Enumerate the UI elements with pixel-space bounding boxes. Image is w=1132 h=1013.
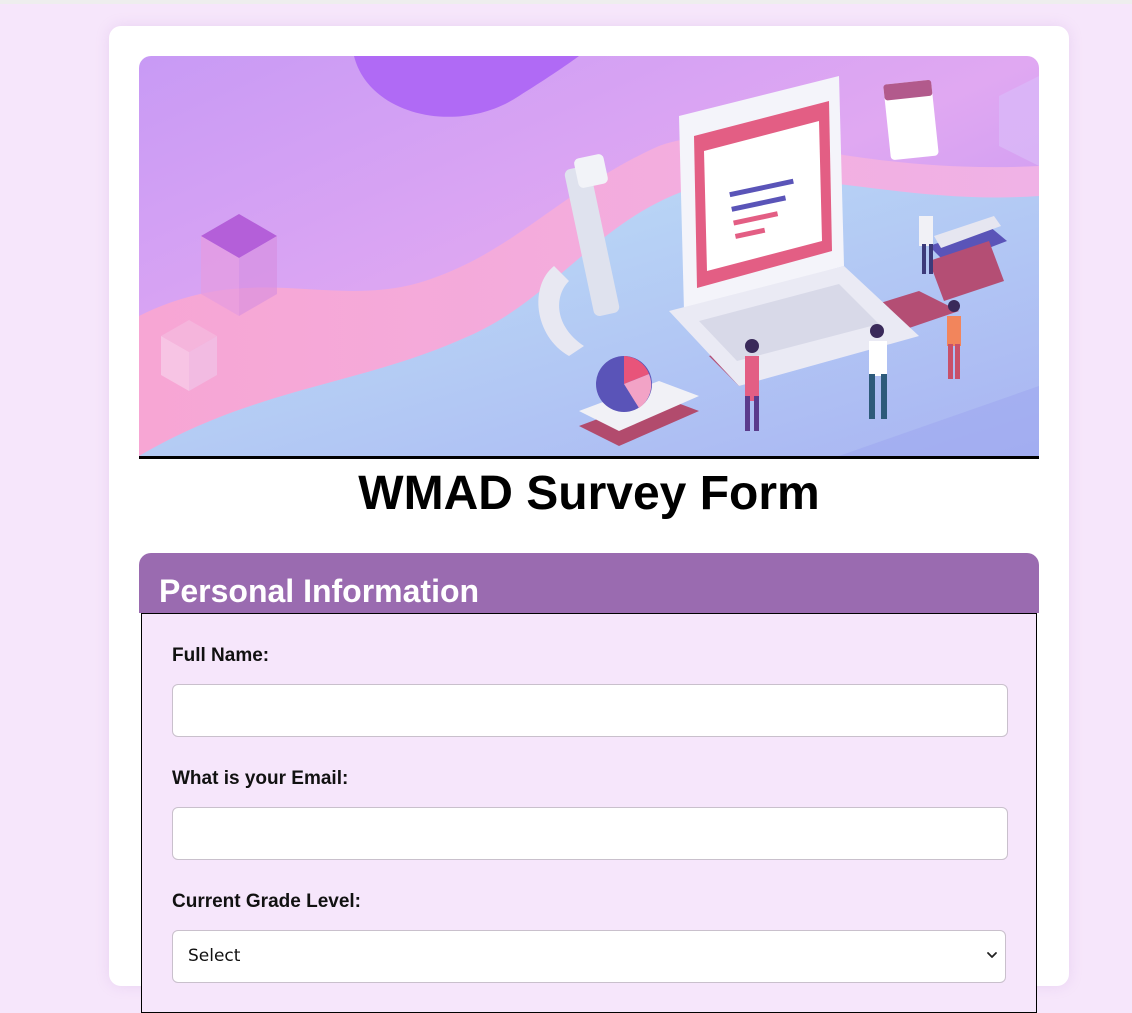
grade-level-select[interactable]: Select	[172, 930, 1006, 983]
page-title: WMAD Survey Form	[358, 467, 820, 520]
survey-card: WMAD Survey Form Personal Information Fu…	[109, 26, 1069, 1013]
section-heading: Personal Information	[159, 573, 480, 609]
banner-illustration	[139, 56, 1039, 459]
grade-level-label: Current Grade Level:	[172, 891, 361, 912]
email-input[interactable]	[172, 807, 1008, 860]
email-label: What is your Email:	[172, 768, 349, 789]
top-strip	[0, 0, 1132, 4]
chevron-down-icon	[987, 952, 997, 958]
full-name-label: Full Name:	[172, 645, 270, 666]
grade-level-selected-value: Select	[188, 946, 241, 966]
section-body: Full Name: What is your Email: Current G…	[141, 613, 1037, 1013]
full-name-input[interactable]	[172, 684, 1008, 737]
section-header: Personal Information	[139, 553, 1039, 613]
personal-information-section: Personal Information Full Name: What is …	[139, 553, 1039, 1013]
